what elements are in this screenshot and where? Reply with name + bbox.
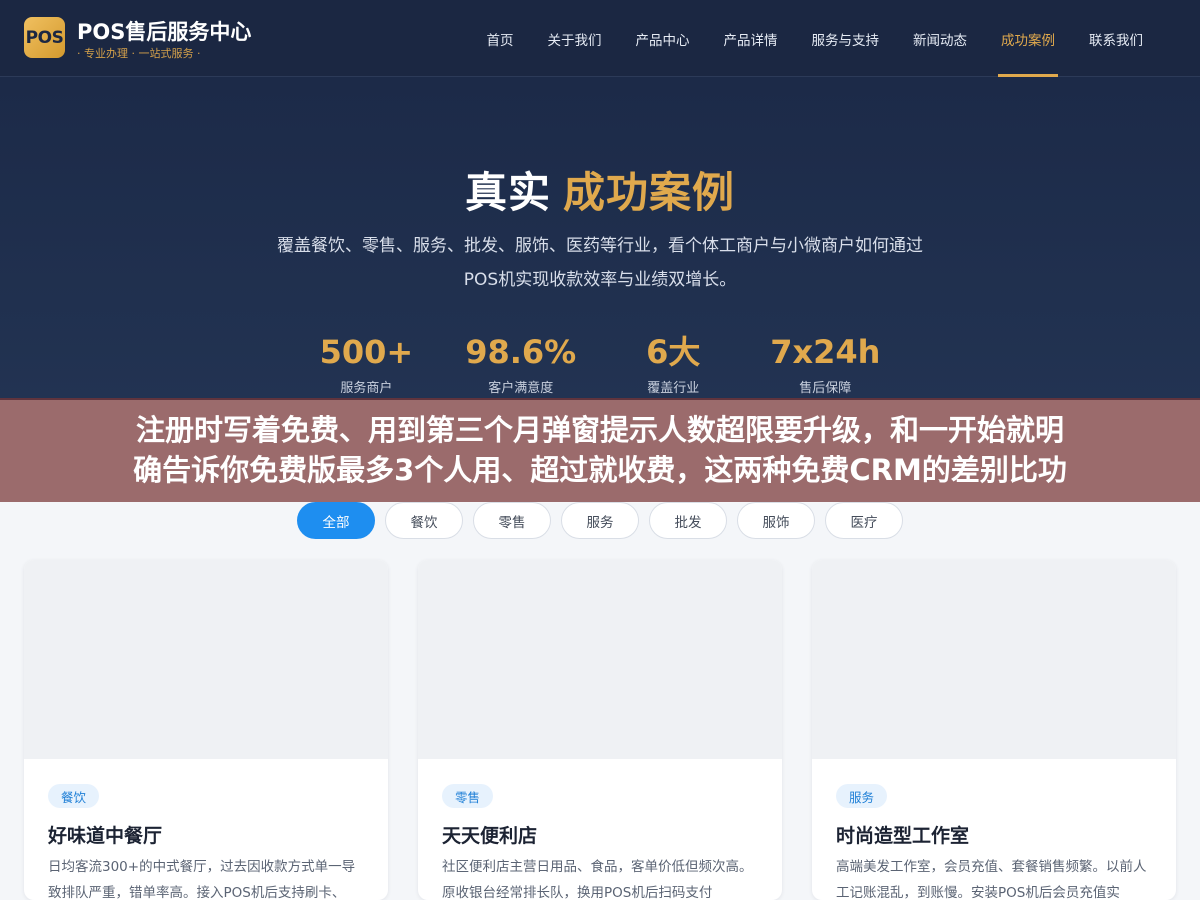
hero-title-plain: 真实: [464, 168, 551, 217]
hero-section: 真实 成功案例 覆盖餐饮、零售、服务、批发、服饰、医药等行业，看个体工商户与小微商…: [0, 77, 1200, 400]
stat-label: 服务商户: [340, 381, 393, 396]
stat-value: 7x24h: [770, 333, 881, 371]
case-tag: 餐饮: [48, 784, 100, 808]
site-header: POS POS售后服务中心 · 专业办理 · 一站式服务 · 首页 关于我们 产…: [0, 0, 1200, 77]
banner-line-1: 注册时写着免费、用到第三个月弹窗提示人数超限要升级，和一开始就明: [135, 413, 1064, 447]
case-title[interactable]: 天天便利店: [442, 821, 537, 848]
filter-all[interactable]: 全部: [297, 502, 375, 539]
stat-label: 售后保障: [799, 381, 852, 396]
case-title[interactable]: 好味道中餐厅: [48, 821, 162, 848]
main-nav: 首页 关于我们 产品中心 产品详情 服务与支持 新闻动态 成功案例 联系我们: [470, 0, 1161, 77]
filter-catering[interactable]: 餐饮: [385, 502, 463, 539]
hero-description: 覆盖餐饮、零售、服务、批发、服饰、医药等行业，看个体工商户与小微商户如何通过PO…: [277, 236, 923, 290]
filter-apparel[interactable]: 服饰: [737, 502, 815, 539]
banner-line-2: 确告诉你免费版最多3个人用、超过就收费，这两种免费CRM的差别比功: [133, 453, 1067, 487]
stat-support: 7x24h 售后保障: [770, 333, 880, 396]
case-image-placeholder: [24, 560, 388, 759]
filter-medical[interactable]: 医疗: [825, 502, 903, 539]
stat-value: 98.6%: [465, 333, 577, 371]
hero-title-highlight: 成功案例: [563, 168, 736, 217]
stat-value: 500+: [319, 333, 414, 371]
case-card[interactable]: 服务 时尚造型工作室 高端美发工作室，会员充值、套餐销售频繁。以前人工记账混乱，…: [812, 560, 1176, 900]
case-description: 高端美发工作室，会员充值、套餐销售频繁。以前人工记账混乱，到账慢。安装POS机后…: [836, 859, 1147, 900]
brand-name[interactable]: POS售后服务中心: [77, 16, 251, 46]
case-tag: 服务: [836, 784, 888, 808]
stats-row: 500+ 服务商户 98.6% 客户满意度 6大 覆盖行业 7x24h 售后保障: [0, 333, 1200, 396]
nav-item-success-cases[interactable]: 成功案例: [984, 0, 1072, 77]
case-tag: 零售: [442, 784, 494, 808]
case-description: 日均客流300+的中式餐厅，过去因收款方式单一导致排队严重，错单率高。接入POS…: [48, 859, 356, 900]
banner-text: 注册时写着免费、用到第三个月弹窗提示人数超限要升级，和一开始就明 确告诉你免费版…: [40, 410, 1160, 490]
stat-value: 6大: [646, 333, 701, 371]
brand-logo[interactable]: POS: [24, 17, 65, 58]
nav-item-news[interactable]: 新闻动态: [896, 0, 984, 77]
case-card[interactable]: 零售 天天便利店 社区便利店主营日用品、食品，客单价低但频次高。原收银台经常排长…: [418, 560, 782, 900]
case-title[interactable]: 时尚造型工作室: [836, 821, 969, 848]
filter-wholesale[interactable]: 批发: [649, 502, 727, 539]
nav-item-contact[interactable]: 联系我们: [1072, 0, 1160, 77]
hero-title: 真实 成功案例: [0, 159, 1200, 220]
case-image-placeholder: [418, 560, 782, 759]
case-image-placeholder: [812, 560, 1176, 759]
filter-retail[interactable]: 零售: [473, 502, 551, 539]
nav-item-service-support[interactable]: 服务与支持: [795, 0, 897, 77]
case-card[interactable]: 餐饮 好味道中餐厅 日均客流300+的中式餐厅，过去因收款方式单一导致排队严重，…: [24, 560, 388, 900]
nav-item-product-details[interactable]: 产品详情: [707, 0, 795, 77]
category-filters: 全部 餐饮 零售 服务 批发 服饰 医疗: [297, 502, 903, 539]
nav-item-home[interactable]: 首页: [470, 0, 531, 77]
filter-service[interactable]: 服务: [561, 502, 639, 539]
brand-subtitle: · 专业办理 · 一站式服务 ·: [77, 47, 201, 60]
stat-industries: 6大 覆盖行业: [628, 333, 718, 396]
case-description: 社区便利店主营日用品、食品，客单价低但频次高。原收银台经常排长队，换用POS机后…: [442, 859, 753, 900]
stat-label: 客户满意度: [488, 381, 554, 396]
nav-item-about[interactable]: 关于我们: [531, 0, 619, 77]
stat-label: 覆盖行业: [647, 381, 700, 396]
nav-item-products[interactable]: 产品中心: [619, 0, 707, 77]
overlay-banner: 注册时写着免费、用到第三个月弹窗提示人数超限要升级，和一开始就明 确告诉你免费版…: [0, 398, 1200, 502]
stat-merchants: 500+ 服务商户: [320, 333, 414, 396]
stat-satisfaction: 98.6% 客户满意度: [465, 333, 576, 396]
